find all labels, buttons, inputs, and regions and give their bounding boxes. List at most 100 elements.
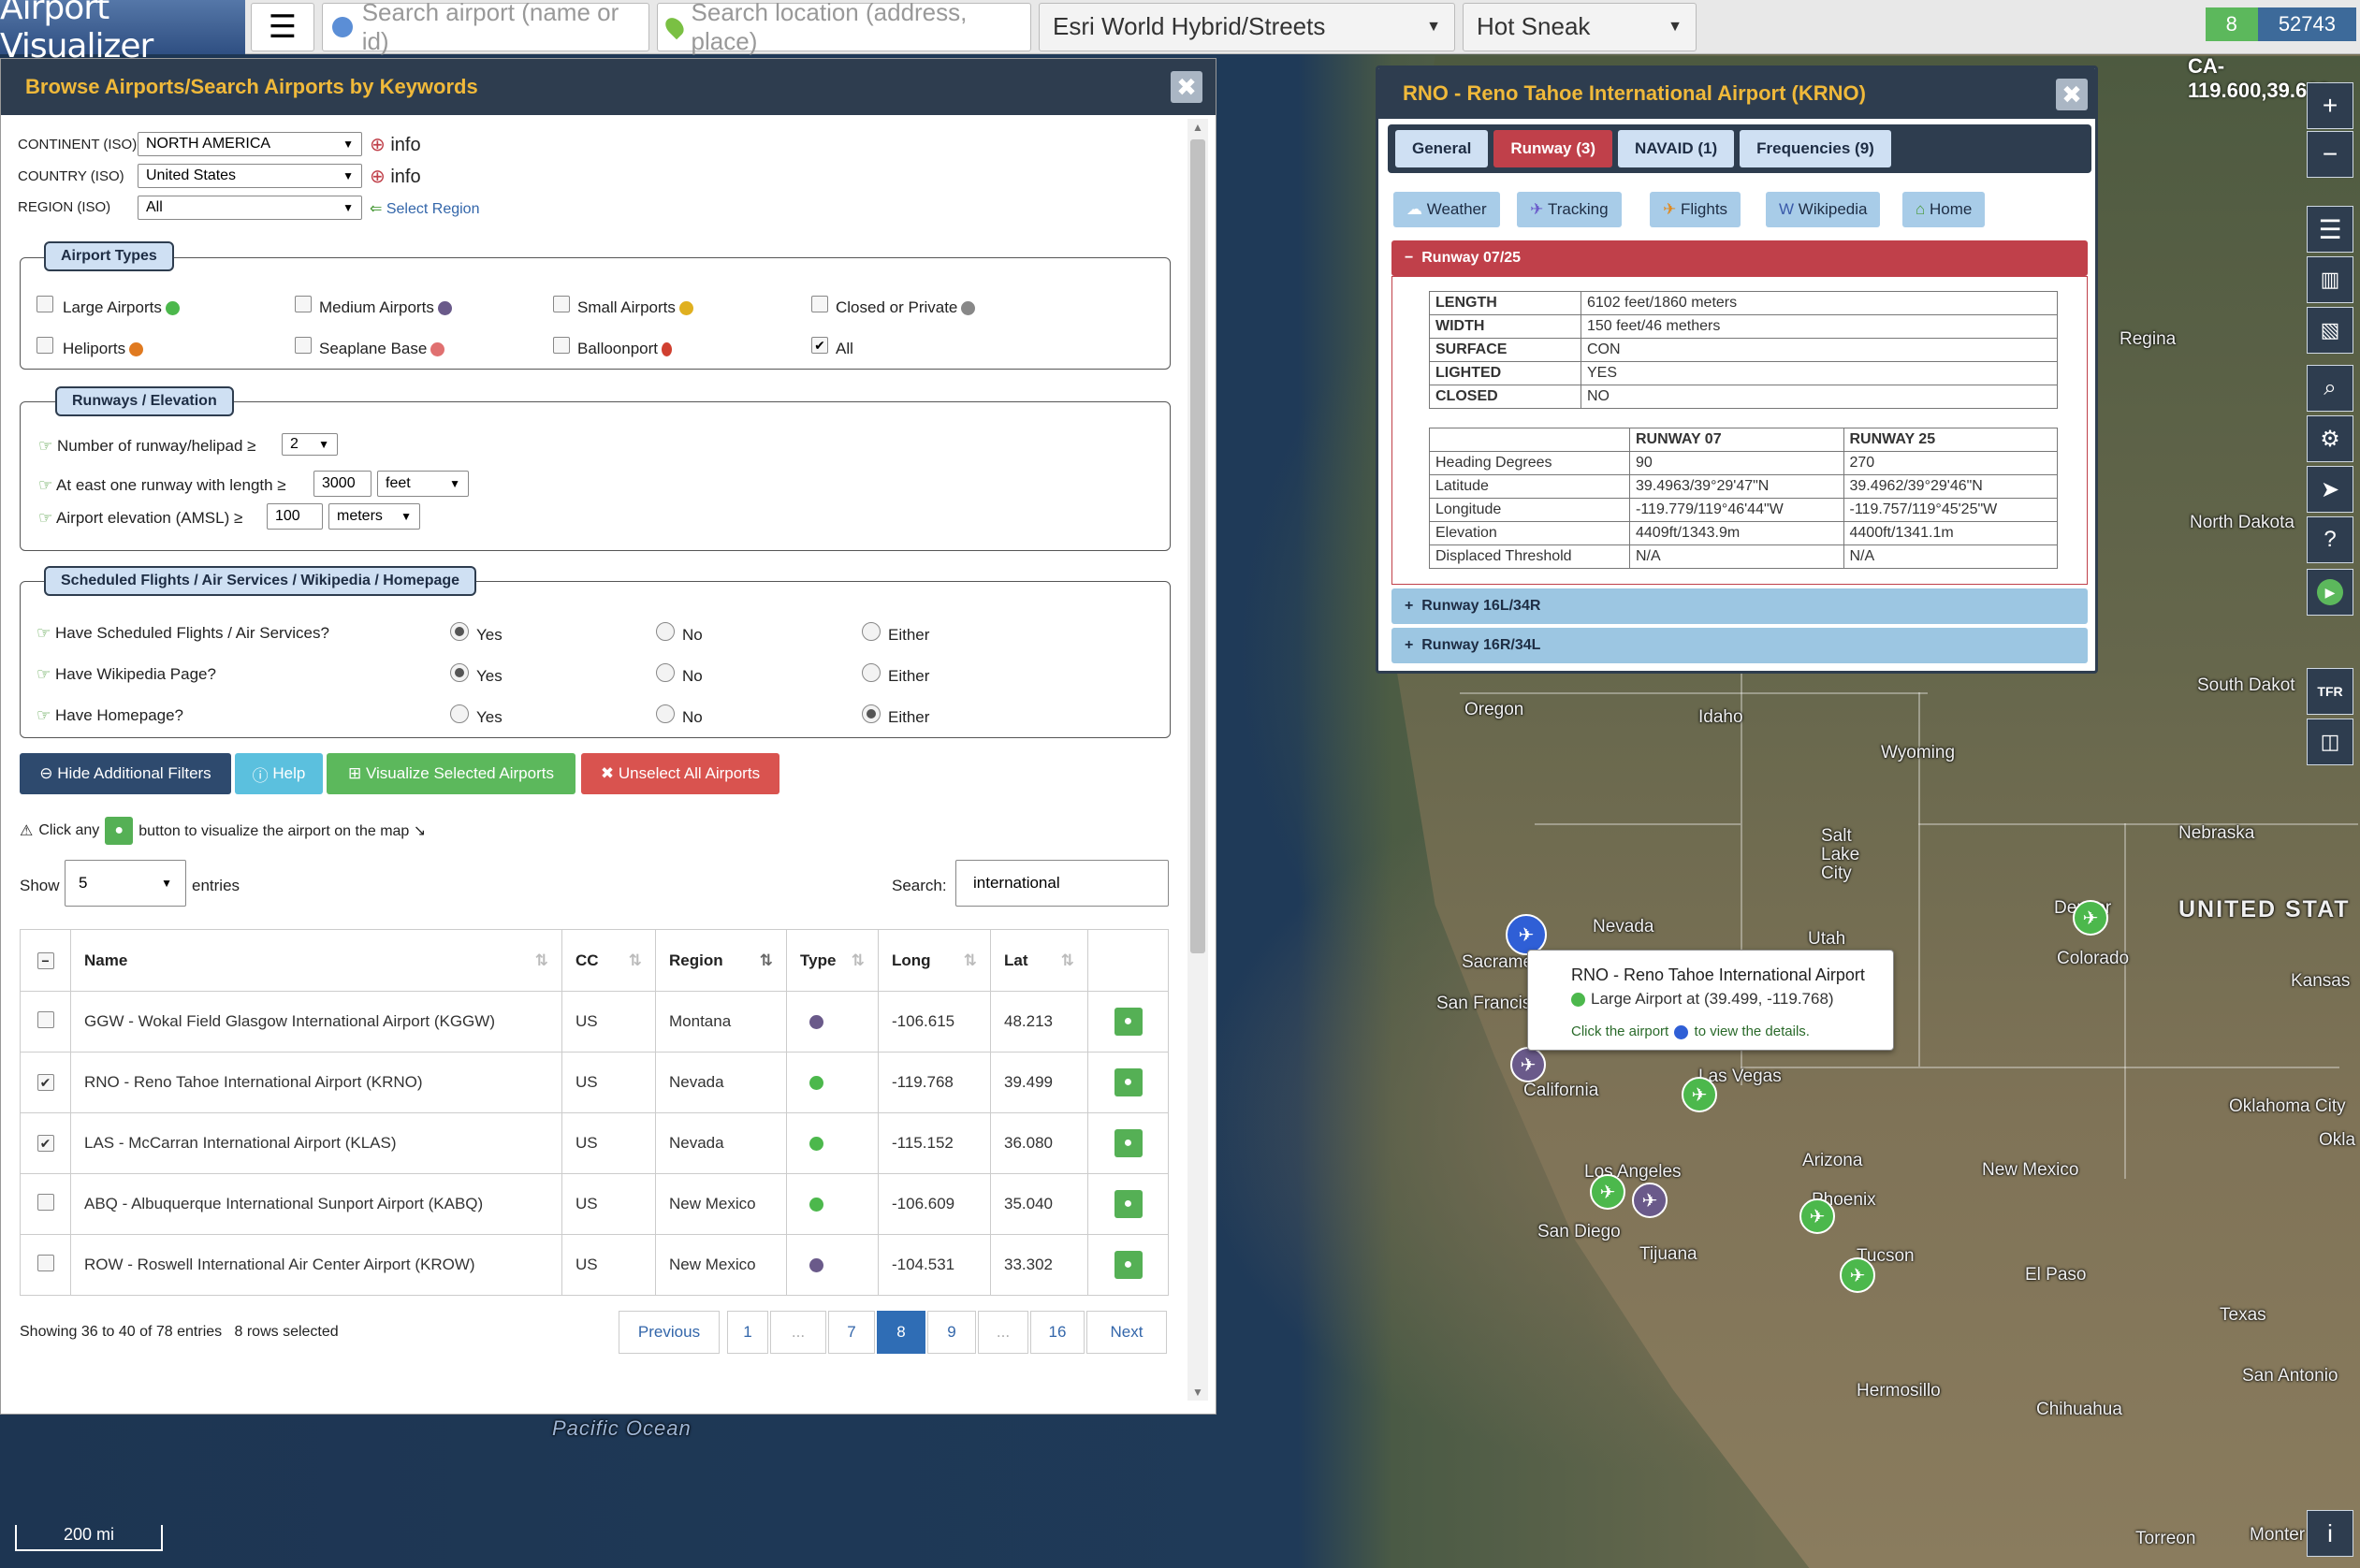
small-airports-checkbox[interactable] xyxy=(553,296,570,312)
row-select-cell[interactable]: ✔ xyxy=(20,1112,71,1174)
help-button[interactable]: ⓘ Help xyxy=(235,753,323,794)
show-on-map-button[interactable]: ● xyxy=(1114,1190,1143,1218)
scheduled-no-radio[interactable] xyxy=(656,622,675,641)
show-on-map-button[interactable]: ● xyxy=(1114,1068,1143,1096)
unselect-button[interactable]: ✖ Unselect All Airports xyxy=(581,753,779,794)
tab-general[interactable]: General xyxy=(1395,130,1489,167)
closed-private-checkbox[interactable] xyxy=(811,296,828,312)
zoom-in-button[interactable]: + xyxy=(2307,82,2353,129)
runway-07-25-header[interactable]: − Runway 07/25 xyxy=(1391,240,2088,276)
table-row[interactable]: ROW - Roswell International Air Center A… xyxy=(20,1234,1169,1296)
flights-button[interactable]: ✈ Flights xyxy=(1650,192,1741,227)
airport-marker-tus[interactable]: ✈ xyxy=(1840,1257,1875,1293)
continent-select[interactable]: NORTH AMERICA ▼ xyxy=(138,132,362,156)
row-select-cell[interactable] xyxy=(20,1234,71,1296)
theme-select[interactable]: Hot Sneak ▼ xyxy=(1463,2,1697,51)
pagination-page[interactable]: 1 xyxy=(727,1311,768,1354)
close-icon[interactable]: ✖ xyxy=(1171,71,1202,103)
info-map-button[interactable]: i xyxy=(2307,1510,2353,1557)
entries-select[interactable]: 5 ▼ xyxy=(65,860,186,907)
elevation-input[interactable]: 100 xyxy=(267,503,323,530)
pagination-page[interactable]: 8 xyxy=(877,1311,925,1354)
airport-marker-medium[interactable]: ✈ xyxy=(1510,1047,1546,1082)
row-checkbox[interactable] xyxy=(36,1010,54,1028)
wikipedia-no-radio[interactable] xyxy=(656,663,675,682)
panel-scrollbar[interactable]: ▲ ▼ xyxy=(1187,119,1208,1401)
basemap-select[interactable]: Esri World Hybrid/Streets ▼ xyxy=(1039,2,1455,51)
col-long[interactable]: Long ⇅ xyxy=(878,929,991,992)
col-type[interactable]: Type ⇅ xyxy=(786,929,879,992)
row-checkbox[interactable]: ✔ xyxy=(36,1135,54,1152)
menu-button[interactable]: ☰ xyxy=(251,2,314,51)
col-region[interactable]: Region ⇅ xyxy=(655,929,787,992)
pagination-page[interactable]: 7 xyxy=(828,1311,875,1354)
tab-navaid[interactable]: NAVAID (1) xyxy=(1618,130,1735,167)
col-lat[interactable]: Lat ⇅ xyxy=(990,929,1088,992)
show-on-map-button[interactable]: ● xyxy=(1114,1008,1143,1036)
tfr-button[interactable]: TFR xyxy=(2307,668,2353,715)
airport-marker-medium[interactable]: ✈ xyxy=(1632,1183,1668,1218)
wikipedia-button[interactable]: W Wikipedia xyxy=(1766,192,1881,227)
info-link[interactable]: ⊕ info xyxy=(370,133,421,156)
large-airports-checkbox[interactable] xyxy=(36,296,53,312)
scroll-down-icon[interactable]: ▼ xyxy=(1192,1386,1203,1399)
heliports-checkbox[interactable] xyxy=(36,337,53,354)
hide-filters-button[interactable]: ⊖ Hide Additional Filters xyxy=(20,753,231,794)
row-select-cell[interactable] xyxy=(20,1173,71,1235)
homepage-either-radio[interactable] xyxy=(862,704,881,723)
region-select[interactable]: All ▼ xyxy=(138,196,362,220)
col-name[interactable]: Name ⇅ xyxy=(70,929,562,992)
col-cc[interactable]: CC ⇅ xyxy=(561,929,656,992)
airport-marker-den[interactable]: ✈ xyxy=(2073,900,2108,936)
search-location-input[interactable]: Search location (address, place) xyxy=(657,0,1031,55)
runway-count-select[interactable]: 2 ▼ xyxy=(282,433,338,456)
table-search-input[interactable]: international xyxy=(955,860,1169,907)
homepage-no-radio[interactable] xyxy=(656,704,675,723)
map-layers-button[interactable]: ▧ xyxy=(2307,307,2353,354)
runway-16l-34r-header[interactable]: + Runway 16L/34R xyxy=(1391,588,2088,624)
chart-button[interactable]: ▥ xyxy=(2307,256,2353,303)
scroll-up-icon[interactable]: ▲ xyxy=(1192,121,1203,134)
tab-runway[interactable]: Runway (3) xyxy=(1493,130,1612,167)
row-checkbox[interactable] xyxy=(36,1193,54,1211)
scheduled-yes-radio[interactable] xyxy=(450,622,469,641)
wikipedia-either-radio[interactable] xyxy=(862,663,881,682)
table-row[interactable]: ABQ - Albuquerque International Sunport … xyxy=(20,1173,1169,1235)
weather-button[interactable]: ☁ Weather xyxy=(1393,192,1500,227)
row-select-cell[interactable] xyxy=(20,991,71,1053)
show-on-map-button[interactable]: ● xyxy=(1114,1129,1143,1157)
zoom-out-button[interactable]: − xyxy=(2307,131,2353,178)
homepage-yes-radio[interactable] xyxy=(450,704,469,723)
airport-marker-lax[interactable]: ✈ xyxy=(1590,1174,1625,1210)
pagination-next[interactable]: Next xyxy=(1086,1311,1167,1354)
scrollbar-thumb[interactable] xyxy=(1190,139,1205,953)
airport-marker-las[interactable]: ✈ xyxy=(1682,1077,1717,1112)
play-button[interactable]: ▶ xyxy=(2307,569,2353,616)
country-select[interactable]: United States ▼ xyxy=(138,164,362,188)
tab-frequencies[interactable]: Frequencies (9) xyxy=(1740,130,1891,167)
wikipedia-yes-radio[interactable] xyxy=(450,663,469,682)
tracking-button[interactable]: ✈ Tracking xyxy=(1517,192,1622,227)
home-button[interactable]: ⌂ Home xyxy=(1902,192,1986,227)
search-button[interactable]: ⌕ xyxy=(2307,365,2353,412)
medium-airports-checkbox[interactable] xyxy=(295,296,312,312)
show-on-map-button[interactable]: ● xyxy=(1114,1251,1143,1279)
row-select-cell[interactable]: ✔ xyxy=(20,1052,71,1113)
table-row[interactable]: ✔ LAS - McCarran International Airport (K… xyxy=(20,1112,1169,1174)
select-all-checkbox[interactable]: − xyxy=(36,951,54,969)
select-all-cell[interactable]: − xyxy=(20,929,71,992)
row-checkbox[interactable]: ✔ xyxy=(36,1074,54,1091)
locate-button[interactable]: ➤ xyxy=(2307,466,2353,513)
table-row[interactable]: GGW - Wokal Field Glasgow International … xyxy=(20,991,1169,1053)
pagination-page[interactable]: 9 xyxy=(927,1311,976,1354)
overlay-button[interactable]: ◫ xyxy=(2307,719,2353,765)
balloonport-checkbox[interactable] xyxy=(553,337,570,354)
info-link[interactable]: ⊕ info xyxy=(370,165,421,188)
visualize-button[interactable]: ⊞ Visualize Selected Airports xyxy=(327,753,575,794)
settings-button[interactable]: ⚙ xyxy=(2307,415,2353,462)
pagination-page[interactable]: 16 xyxy=(1030,1311,1085,1354)
runway-length-input[interactable]: 3000 xyxy=(313,471,371,497)
select-region-link[interactable]: ⇐ Select Region xyxy=(370,199,479,218)
help-map-button[interactable]: ? xyxy=(2307,516,2353,563)
runway-length-unit-select[interactable]: feet ▼ xyxy=(377,471,469,497)
